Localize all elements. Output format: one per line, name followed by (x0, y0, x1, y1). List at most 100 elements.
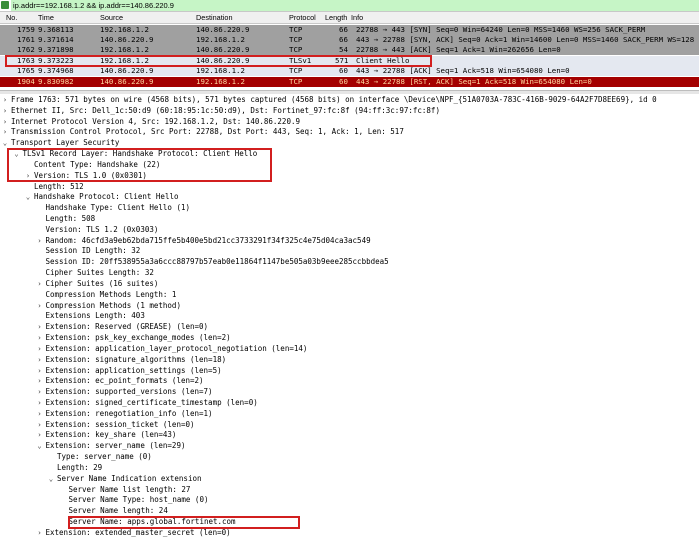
collapsed-chevron-icon[interactable]: › (37, 355, 43, 366)
packet-destination: 140.86.220.9 (196, 45, 250, 54)
packet-no: 1762 (17, 45, 35, 54)
detail-tree-label: Extension: ec_point_formats (len=2) (45, 376, 204, 386)
packet-protocol: TCP (289, 66, 303, 75)
collapsed-chevron-icon[interactable]: › (37, 366, 43, 377)
collapsed-chevron-icon[interactable]: › (37, 344, 43, 355)
packet-info: 22788 → 443 [SYN] Seq=0 Win=64240 Len=0 … (356, 25, 646, 34)
detail-tree-label: Transmission Control Protocol, Src Port:… (11, 127, 404, 137)
packet-length: 60 (339, 66, 348, 75)
packet-no: 1763 (17, 56, 35, 65)
detail-tree-label: Handshake Type: Client Hello (1) (45, 203, 191, 213)
column-header-time[interactable]: Time (38, 12, 54, 23)
detail-tree-label: Cipher Suites Length: 32 (45, 268, 154, 278)
detail-tree-label: Server Name: apps.global.fortinet.com (68, 516, 236, 526)
column-header-destination[interactable]: Destination (196, 12, 233, 23)
packet-destination: 192.168.1.2 (196, 35, 245, 44)
collapsed-chevron-icon[interactable]: › (37, 420, 43, 431)
packet-no: 1904 (17, 77, 35, 86)
detail-tree-label: Extension: supported_versions (len=7) (45, 387, 213, 397)
detail-tree-label: Internet Protocol Version 4, Src: 192.16… (11, 116, 300, 126)
packet-protocol: TCP (289, 35, 303, 44)
collapsed-chevron-icon[interactable]: › (37, 409, 43, 420)
packet-length: 66 (339, 35, 348, 44)
column-header-protocol[interactable]: Protocol (289, 12, 316, 23)
detail-tree-label: Extension: signature_algorithms (len=18) (45, 354, 227, 364)
expanded-chevron-icon[interactable]: ⌄ (48, 474, 54, 485)
packet-destination: 192.168.1.2 (196, 77, 245, 86)
collapsed-chevron-icon[interactable]: › (37, 301, 43, 312)
detail-tree-label: Length: 29 (57, 462, 103, 472)
collapsed-chevron-icon[interactable]: › (37, 528, 43, 539)
detail-tree-label: Extension: application_settings (len=5) (45, 365, 222, 375)
packet-row[interactable]: 1765 9.374968 140.86.220.9 192.168.1.2 T… (0, 66, 699, 76)
detail-tree-label: Content Type: Handshake (22) (34, 159, 161, 169)
packet-length: 54 (339, 45, 348, 54)
detail-tree-label: Handshake Protocol: Client Hello (34, 192, 179, 202)
detail-tree-label: Frame 1763: 571 bytes on wire (4568 bits… (11, 95, 657, 104)
packet-time: 9.373223 (38, 56, 74, 65)
column-header-length[interactable]: Length (325, 12, 347, 23)
packet-time: 9.830982 (38, 77, 74, 86)
packet-list-header: No. Time Source Destination Protocol Len… (0, 12, 699, 24)
detail-tree-label: Cipher Suites (16 suites) (45, 278, 159, 288)
packet-info: 443 → 22788 [RST, ACK] Seq=1 Ack=518 Win… (356, 77, 592, 86)
collapsed-chevron-icon[interactable]: › (25, 171, 31, 182)
packet-row[interactable]: 1759 9.368113 192.168.1.2 140.86.220.9 T… (0, 25, 699, 35)
collapsed-chevron-icon[interactable]: › (37, 398, 43, 409)
expanded-chevron-icon[interactable]: ⌄ (2, 138, 8, 149)
detail-tree-label: Extension: Reserved (GREASE) (len=0) (45, 322, 209, 332)
detail-tree-label: Server Name Type: host_name (0) (68, 495, 209, 505)
bookmark-filter-icon[interactable] (1, 1, 9, 9)
collapsed-chevron-icon[interactable]: › (2, 117, 8, 128)
packet-time: 9.371898 (38, 45, 74, 54)
packet-no: 1759 (17, 25, 35, 34)
packet-length: 66 (339, 25, 348, 34)
packet-source: 140.86.220.9 (100, 35, 154, 44)
detail-tree-label: Extension: key_share (len=43) (45, 430, 177, 440)
collapsed-chevron-icon[interactable]: › (37, 430, 43, 441)
packet-info: 443 → 22788 [SYN, ACK] Seq=0 Ack=1 Win=1… (356, 35, 695, 44)
detail-tree-label: Server Name length: 24 (68, 506, 168, 516)
column-header-info[interactable]: Info (351, 12, 363, 23)
packet-time: 9.368113 (38, 25, 74, 34)
pane-splitter[interactable] (0, 90, 699, 94)
collapsed-chevron-icon[interactable]: › (37, 333, 43, 344)
collapsed-chevron-icon[interactable]: › (37, 236, 43, 247)
packet-source: 192.168.1.2 (100, 56, 149, 65)
display-filter-input[interactable]: ip.addr==192.168.1.2 && ip.addr==140.86.… (11, 0, 699, 11)
display-filter-bar: ip.addr==192.168.1.2 && ip.addr==140.86.… (0, 0, 699, 12)
collapsed-chevron-icon[interactable]: › (2, 127, 8, 138)
expanded-chevron-icon[interactable]: ⌄ (14, 149, 20, 160)
detail-tree-label: Ethernet II, Src: Dell_1c:50:d9 (60:18:9… (11, 105, 440, 115)
packet-protocol: TLSv1 (289, 56, 312, 65)
detail-tree-label: Length: 512 (34, 181, 84, 191)
collapsed-chevron-icon[interactable]: › (2, 106, 8, 117)
detail-tree-label: Transport Layer Security (11, 138, 120, 148)
packet-destination: 140.86.220.9 (196, 56, 250, 65)
collapsed-chevron-icon[interactable]: › (37, 387, 43, 398)
detail-tree-label: Random: 46cfd3a9eb62bda715ffe5b400e5bd21… (45, 235, 371, 245)
packet-row-selected[interactable]: 1763 9.373223 192.168.1.2 140.86.220.9 T… (0, 56, 699, 66)
packet-row[interactable]: 1904 9.830982 140.86.220.9 192.168.1.2 T… (0, 77, 699, 87)
detail-tree-label: Length: 508 (45, 214, 96, 224)
packet-info: 22788 → 443 [ACK] Seq=1 Ack=1 Win=262656… (356, 45, 561, 54)
column-header-no[interactable]: No. (6, 12, 17, 23)
packet-protocol: TCP (289, 45, 303, 54)
packet-info: 443 → 22788 [ACK] Seq=1 Ack=518 Win=6540… (356, 66, 570, 75)
detail-tree-label: TLSv1 Record Layer: Handshake Protocol: … (22, 149, 258, 159)
packet-source: 140.86.220.9 (100, 66, 154, 75)
collapsed-chevron-icon[interactable]: › (2, 95, 8, 106)
expanded-chevron-icon[interactable]: ⌄ (25, 192, 31, 203)
packet-source: 192.168.1.2 (100, 45, 149, 54)
detail-tree-label: Extension: psk_key_exchange_modes (len=2… (45, 333, 231, 343)
packet-row[interactable]: 1761 9.371614 140.86.220.9 192.168.1.2 T… (0, 35, 699, 45)
collapsed-chevron-icon[interactable]: › (37, 376, 43, 387)
column-header-source[interactable]: Source (100, 12, 123, 23)
packet-row[interactable]: 1762 9.371898 192.168.1.2 140.86.220.9 T… (0, 45, 699, 55)
detail-tree-label: Extension: server_name (len=29) (45, 441, 186, 451)
collapsed-chevron-icon[interactable]: › (37, 279, 43, 290)
collapsed-chevron-icon[interactable]: › (37, 322, 43, 333)
detail-tree-label: Session ID Length: 32 (45, 246, 141, 256)
detail-tree-label: Session ID: 20ff538955a3a6ccc88797b57eab… (45, 257, 389, 267)
expanded-chevron-icon[interactable]: ⌄ (37, 441, 43, 452)
